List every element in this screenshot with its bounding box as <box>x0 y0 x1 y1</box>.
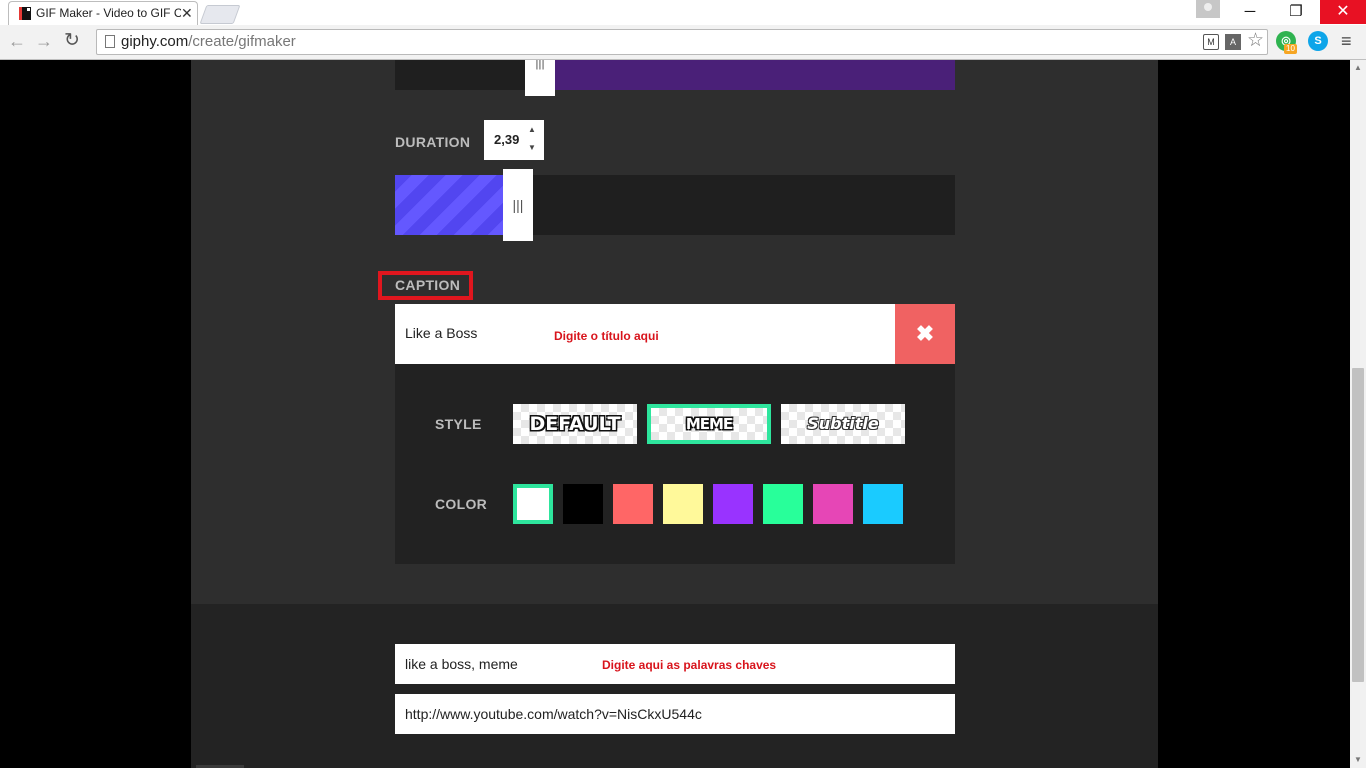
duration-label: DURATION <box>395 134 471 150</box>
color-swatch-red[interactable] <box>613 484 653 524</box>
color-swatch-blue[interactable] <box>863 484 903 524</box>
start-time-fill <box>555 60 955 90</box>
style-subtitle-label: Subtitle <box>807 414 879 433</box>
start-time-slider-handle[interactable]: ||| <box>525 60 555 96</box>
new-tab-button[interactable] <box>199 5 241 24</box>
caption-value[interactable]: Like a Boss <box>405 325 477 341</box>
style-meme-button[interactable]: MEME <box>647 404 771 444</box>
source-url-value[interactable]: http://www.youtube.com/watch?v=NisCkxU54… <box>405 706 702 722</box>
tags-annotation-text: Digite aqui as palavras chaves <box>602 658 777 672</box>
reload-icon[interactable]: ↻ <box>64 31 80 51</box>
metadata-panel <box>191 604 1158 768</box>
back-arrow-icon[interactable]: ← <box>8 31 26 51</box>
color-swatch-white[interactable] <box>513 484 553 524</box>
translate-icon[interactable]: A <box>1225 34 1241 50</box>
caption-input[interactable]: Like a Boss Digite o título aqui ✖ <box>395 304 955 364</box>
scroll-down-arrow-icon[interactable]: ▼ <box>1350 752 1366 768</box>
tags-input[interactable]: like a boss, meme Digite aqui as palavra… <box>395 644 955 684</box>
shield-extension-icon[interactable]: M <box>1203 34 1219 50</box>
color-swatch-yellow[interactable] <box>663 484 703 524</box>
color-swatch-pink[interactable] <box>813 484 853 524</box>
browser-tab-strip: GIF Maker - Video to GIF C ✕ ─ ❐ ✕ <box>0 0 1366 25</box>
url-path: /create/gifmaker <box>188 33 296 50</box>
chrome-menu-icon[interactable]: ≡ <box>1341 31 1352 51</box>
style-label: STYLE <box>435 416 482 432</box>
tab-title: GIF Maker - Video to GIF C <box>36 6 181 20</box>
style-default-label: DEFAULT <box>529 413 621 435</box>
caption-options: STYLE DEFAULT MEME Subtitle COLOR <box>395 364 955 564</box>
spin-down-icon[interactable]: ▼ <box>528 143 536 153</box>
color-swatch-black[interactable] <box>563 484 603 524</box>
clear-caption-button[interactable]: ✖ <box>895 304 955 364</box>
style-subtitle-button[interactable]: Subtitle <box>781 404 905 444</box>
duration-stepper[interactable]: 2,39 ▲ ▼ <box>484 120 544 160</box>
extension-badge: 10 <box>1284 44 1297 54</box>
browser-tab[interactable]: GIF Maker - Video to GIF C ✕ <box>8 1 198 25</box>
start-time-slider[interactable]: ||| <box>395 60 955 96</box>
giphy-gifmaker-page: ||| DURATION 2,39 ▲ ▼ ||| CAPTION Like a… <box>0 60 1350 768</box>
skype-icon[interactable]: S <box>1308 31 1328 51</box>
color-swatch-purple[interactable] <box>713 484 753 524</box>
bookmark-star-icon[interactable]: ☆ <box>1247 31 1264 51</box>
duration-value[interactable]: 2,39 <box>494 132 519 147</box>
scrollbar-thumb[interactable] <box>1352 368 1364 682</box>
user-profile-icon[interactable] <box>1196 0 1220 18</box>
caption-label: CAPTION <box>395 277 461 293</box>
close-icon: ✖ <box>915 321 935 346</box>
window-close-button[interactable]: ✕ <box>1320 0 1366 24</box>
browser-toolbar: ← → ↻ giphy.com/create/gifmaker M A ☆ ◎ … <box>0 25 1366 60</box>
duration-slider-handle[interactable]: ||| <box>503 169 533 241</box>
caption-annotation-text: Digite o título aqui <box>554 329 659 343</box>
url-text[interactable]: giphy.com/create/gifmaker <box>121 33 296 50</box>
forward-arrow-icon[interactable]: → <box>35 31 53 51</box>
style-meme-label: MEME <box>685 415 733 433</box>
page-scrollbar[interactable]: ▲ ▼ <box>1350 60 1366 768</box>
giphy-favicon-icon <box>19 7 31 20</box>
duration-fill <box>395 175 503 235</box>
address-bar[interactable]: giphy.com/create/gifmaker M A ☆ <box>96 29 1268 55</box>
style-default-button[interactable]: DEFAULT <box>513 404 637 444</box>
tags-value[interactable]: like a boss, meme <box>405 656 518 672</box>
duration-slider[interactable]: ||| <box>395 169 955 241</box>
color-label: COLOR <box>435 496 488 512</box>
source-url-input[interactable]: http://www.youtube.com/watch?v=NisCkxU54… <box>395 694 955 734</box>
tab-close-icon[interactable]: ✕ <box>181 5 193 21</box>
color-swatch-green[interactable] <box>763 484 803 524</box>
url-host: giphy.com <box>121 33 189 50</box>
window-minimize-button[interactable]: ─ <box>1227 0 1273 24</box>
page-icon <box>105 35 115 48</box>
scroll-up-arrow-icon[interactable]: ▲ <box>1350 60 1366 76</box>
spin-up-icon[interactable]: ▲ <box>528 125 536 135</box>
window-restore-button[interactable]: ❐ <box>1273 0 1319 24</box>
